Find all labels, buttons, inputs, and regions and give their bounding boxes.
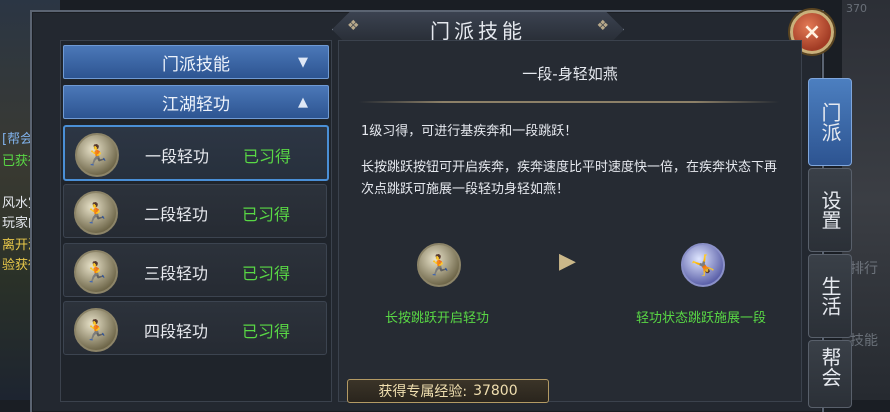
exp-label: 获得专属经验: [378,384,468,400]
skill-item[interactable]: 🏃 一段轻功 已习得 [63,125,329,181]
qinggong-icon: 🏃 [74,191,118,235]
skill-description: 1级习得，可进行基疾奔和一段跳跃！ [361,124,578,139]
level-badge: 370 [846,2,867,15]
close-icon: × [802,19,822,45]
skill-item[interactable]: 🏃 三段轻功 已习得 [63,243,327,297]
skill-name: 三段轻功 [144,264,209,283]
skill-detail-title: 一段-身轻如燕 [522,65,618,83]
category-label: 门派技能 [162,54,230,75]
exp-reward-bar: 获得专属经验: 37800 [347,379,549,403]
category-sect-skills[interactable]: 门派技能 ▼ [63,45,329,79]
arrow-right-icon: ▶ [559,249,576,274]
skill-item[interactable]: 🏃 四段轻功 已习得 [63,301,327,355]
skill-status: 已习得 [242,264,291,283]
skill-detail-panel: 一段-身轻如燕 1级习得，可进行基疾奔和一段跳跃！ 长按跳跃按钮可开启疾奔，疾奔… [338,40,802,403]
tab-label: 生活 [818,276,842,316]
ranking-label: 排行 [850,261,878,277]
skill-status: 已习得 [242,322,291,341]
skill-item[interactable]: 🏃 二段轻功 已习得 [63,184,327,238]
chevron-up-icon: ▲ [298,94,308,110]
exp-value: 37800 [473,383,518,399]
tab-label: 设置 [818,190,842,230]
tab-label: 门派 [818,102,842,142]
step-label: 长按跳跃开启轻功 [384,311,489,326]
qinggong-icon: 🏃 [74,250,118,294]
skill-name: 四段轻功 [144,322,209,341]
tab-guild[interactable]: 帮会 [808,340,852,408]
skill-status: 已习得 [243,147,292,166]
tab-label: 帮会 [818,347,842,387]
qinggong-icon: 🏃 [75,133,119,177]
chevron-down-icon: ▼ [298,54,308,70]
step-label: 轻功状态跳跃施展一段 [635,311,766,326]
skill-list-panel: 门派技能 ▼ 江湖轻功 ▲ 🏃 一段轻功 已习得 🏃 二段轻功 已习得 🏃 三段… [60,40,332,402]
title-ornament-left-icon: ❖ [347,18,360,34]
category-qinggong[interactable]: 江湖轻功 ▲ [63,85,329,119]
skill-description: 长按跳跃按钮可开启疾奔，疾奔速度比平时速度快一倍，在疾奔状态下再次点跳跃可施展一… [361,160,778,197]
tab-life[interactable]: 生活 [808,254,852,338]
qinggong-icon: 🏃 [74,308,118,352]
category-label: 江湖轻功 [162,94,230,115]
tab-settings[interactable]: 设置 [808,168,852,252]
title-ornament-right-icon: ❖ [596,18,609,34]
divider [359,101,779,103]
skill-name: 一段轻功 [145,147,210,166]
skill-status: 已习得 [242,205,291,224]
skill-name: 二段轻功 [144,205,209,224]
dash-icon: 🏃 [417,243,461,287]
tab-sect[interactable]: 门派 [808,78,852,166]
skill-label: 技能 [850,333,878,349]
leap-icon: 🤸 [681,243,725,287]
